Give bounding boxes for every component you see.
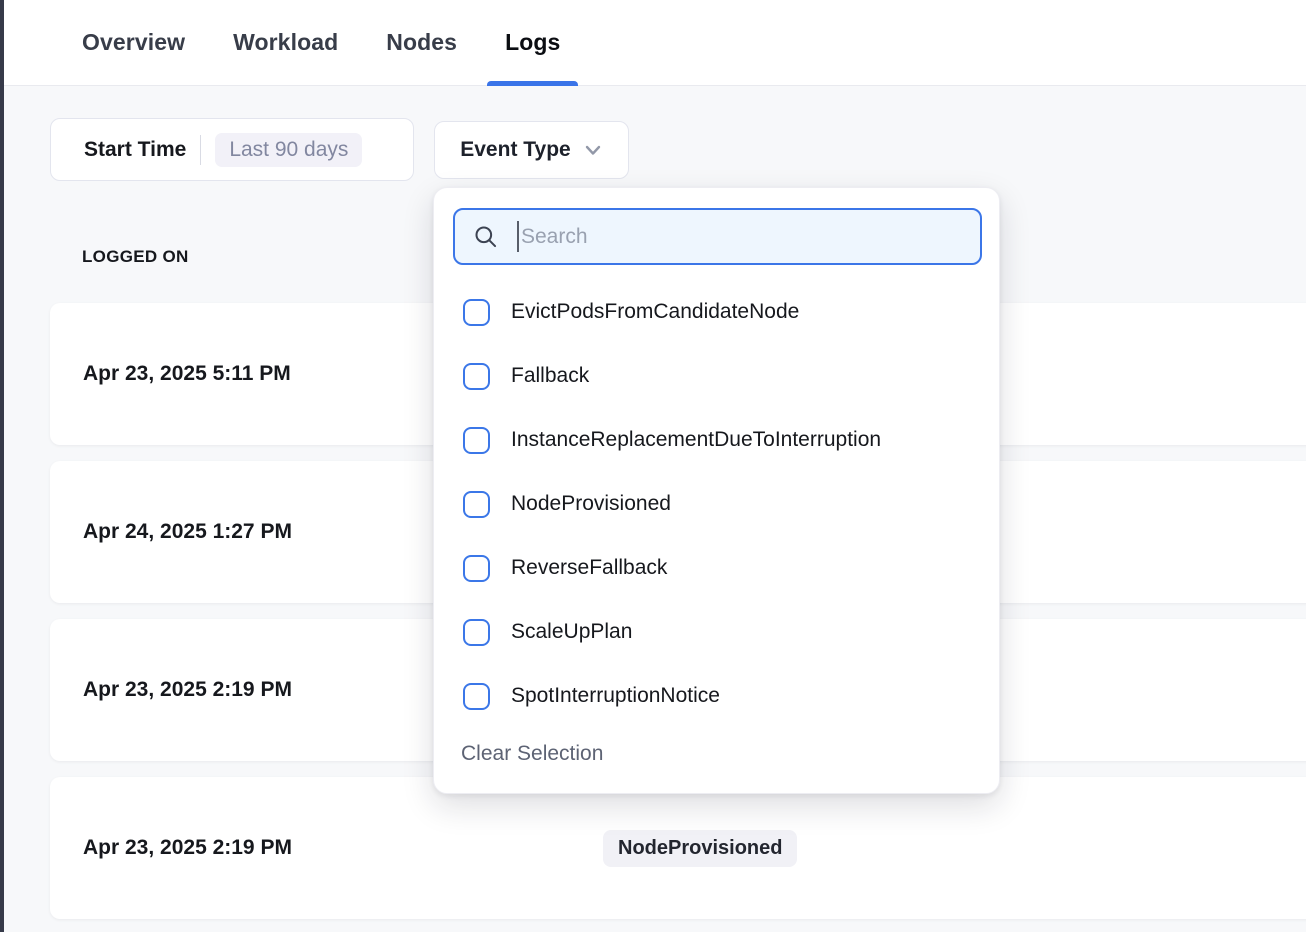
tab-nodes[interactable]: Nodes xyxy=(386,0,457,86)
checkbox-unchecked[interactable] xyxy=(463,427,490,454)
option-scaleupplan[interactable]: ScaleUpPlan xyxy=(434,600,999,664)
tab-workload[interactable]: Workload xyxy=(233,0,338,86)
clear-selection-button[interactable]: Clear Selection xyxy=(461,732,603,776)
event-type-filter-button[interactable]: Event Type xyxy=(434,121,629,179)
filter-divider xyxy=(200,135,201,165)
active-tab-underline xyxy=(487,81,578,86)
event-type-options-list: EvictPodsFromCandidateNode Fallback Inst… xyxy=(434,280,999,728)
checkbox-unchecked[interactable] xyxy=(463,299,490,326)
event-type-dropdown-panel: EvictPodsFromCandidateNode Fallback Inst… xyxy=(433,187,1000,794)
checkbox-unchecked[interactable] xyxy=(463,683,490,710)
checkbox-unchecked[interactable] xyxy=(463,619,490,646)
logs-page-content: Start Time Last 90 days Event Type LOGGE… xyxy=(0,86,1306,932)
option-label: SpotInterruptionNotice xyxy=(511,684,720,708)
window-left-edge xyxy=(0,0,4,932)
option-label: Fallback xyxy=(511,364,589,388)
logged-on-column-header: LOGGED ON xyxy=(82,247,189,267)
search-input[interactable] xyxy=(519,210,980,263)
tab-bar: Overview Workload Nodes Logs xyxy=(0,0,1306,86)
tab-logs-label: Logs xyxy=(505,29,560,56)
dropdown-search-box[interactable] xyxy=(453,208,982,265)
start-time-filter[interactable]: Start Time Last 90 days xyxy=(50,118,414,181)
event-type-badge: NodeProvisioned xyxy=(603,830,797,867)
checkbox-unchecked[interactable] xyxy=(463,491,490,518)
tab-logs[interactable]: Logs xyxy=(505,0,560,86)
option-evictpodsfromcandidatenode[interactable]: EvictPodsFromCandidateNode xyxy=(434,280,999,344)
log-row-timestamp: Apr 23, 2025 2:19 PM xyxy=(83,836,603,860)
checkbox-unchecked[interactable] xyxy=(463,555,490,582)
option-spotinterruptionnotice[interactable]: SpotInterruptionNotice xyxy=(434,664,999,728)
log-row[interactable]: Apr 23, 2025 2:19 PM NodeProvisioned xyxy=(50,777,1306,919)
option-label: NodeProvisioned xyxy=(511,492,671,516)
event-type-filter-label: Event Type xyxy=(460,138,570,162)
option-label: ScaleUpPlan xyxy=(511,620,632,644)
checkbox-unchecked[interactable] xyxy=(463,363,490,390)
chevron-down-icon xyxy=(583,140,603,160)
tab-workload-label: Workload xyxy=(233,29,338,56)
start-time-filter-label: Start Time xyxy=(84,138,186,162)
option-label: EvictPodsFromCandidateNode xyxy=(511,300,799,324)
tab-overview-label: Overview xyxy=(82,29,185,56)
option-label: InstanceReplacementDueToInterruption xyxy=(511,428,881,452)
option-reversefallback[interactable]: ReverseFallback xyxy=(434,536,999,600)
option-instancereplacementduetointerruption[interactable]: InstanceReplacementDueToInterruption xyxy=(434,408,999,472)
option-nodeprovisioned[interactable]: NodeProvisioned xyxy=(434,472,999,536)
start-time-filter-value[interactable]: Last 90 days xyxy=(215,133,362,167)
search-icon xyxy=(472,223,499,250)
option-label: ReverseFallback xyxy=(511,556,667,580)
tab-overview[interactable]: Overview xyxy=(82,0,185,86)
tab-nodes-label: Nodes xyxy=(386,29,457,56)
option-fallback[interactable]: Fallback xyxy=(434,344,999,408)
